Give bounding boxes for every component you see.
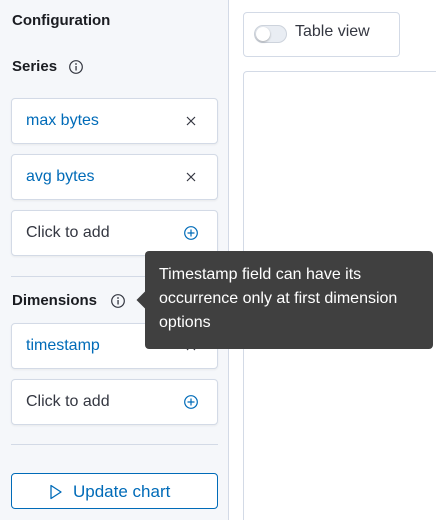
series-item-avg-bytes[interactable]: avg bytes	[11, 154, 218, 200]
table-view-label[interactable]: Table view	[295, 23, 370, 41]
series-item-label[interactable]: max bytes	[26, 112, 99, 130]
section-divider	[11, 444, 218, 445]
remove-icon[interactable]	[183, 113, 199, 129]
dimensions-info-icon[interactable]	[110, 293, 126, 309]
add-label: Click to add	[26, 224, 110, 241]
dimension-item-label[interactable]: timestamp	[26, 337, 100, 355]
remove-icon[interactable]	[183, 169, 199, 185]
series-item-max-bytes[interactable]: max bytes	[11, 98, 218, 144]
add-label: Click to add	[26, 393, 110, 410]
dimension-add-button[interactable]: Click to add	[11, 379, 218, 425]
plus-circle-icon[interactable]	[183, 225, 199, 241]
update-chart-label: Update chart	[73, 482, 171, 501]
plus-circle-icon[interactable]	[183, 394, 199, 410]
tooltip-text: Timestamp field can have its occurrence …	[159, 266, 398, 331]
dimensions-heading: Dimensions	[12, 292, 98, 309]
update-chart-button[interactable]: Update chart	[11, 473, 218, 509]
series-item-label[interactable]: avg bytes	[26, 168, 94, 186]
config-title: Configuration	[12, 12, 111, 29]
dimension-tooltip: Timestamp field can have its occurrence …	[136, 251, 433, 349]
table-view-panel: Table view	[243, 12, 400, 57]
series-add-button[interactable]: Click to add	[11, 210, 218, 256]
play-icon	[50, 484, 62, 500]
switch-knob	[256, 27, 270, 41]
series-info-icon[interactable]	[68, 59, 84, 75]
table-view-switch[interactable]	[254, 25, 287, 43]
series-heading: Series	[12, 58, 58, 75]
